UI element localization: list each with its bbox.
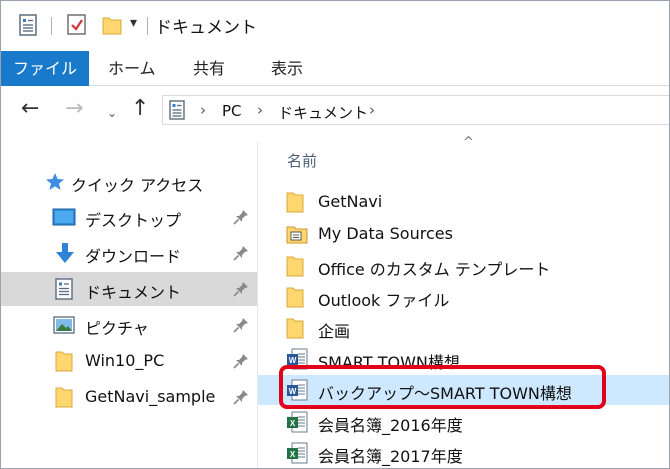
pin-icon[interactable]: [233, 353, 249, 373]
document-icon: [55, 278, 73, 304]
sort-arrow-icon[interactable]: ^: [463, 135, 474, 150]
svg-text:X: X: [290, 419, 296, 428]
sidebar-item-label: GetNavi_sample: [85, 387, 216, 406]
sidebar-item-getnavi-sample[interactable]: GetNavi_sample: [1, 380, 257, 414]
sidebar-item-downloads[interactable]: ダウンロード: [1, 236, 257, 270]
list-item[interactable]: 企画: [258, 313, 669, 343]
navigation-pane: クイック アクセス デスクトップ ダウンロード ドキュメント ピクチャ Win1…: [1, 141, 257, 468]
file-name: 会員名簿_2016年度: [318, 416, 463, 435]
breadcrumb-pc[interactable]: PC: [222, 102, 242, 120]
sidebar-item-label: ダウンロード: [85, 247, 182, 266]
list-item[interactable]: Outlook ファイル: [258, 282, 669, 312]
navigation-bar: ← → ⌄ ↑ › PC › ドキュメント ›: [1, 87, 669, 133]
forward-icon[interactable]: →: [65, 97, 83, 121]
list-item[interactable]: X 会員名簿_2017年度: [258, 438, 669, 468]
sidebar-item-label: クイック アクセス: [71, 176, 204, 195]
file-name: 会員名簿_2017年度: [318, 447, 463, 466]
sidebar-item-desktop[interactable]: デスクトップ: [1, 200, 257, 234]
file-list: ^ 名前 GetNavi My Data Sources Office のカスタ…: [258, 133, 669, 468]
sidebar-item-label: デスクトップ: [85, 211, 182, 230]
customize-qat-icon[interactable]: ▾: [130, 15, 137, 31]
folder-icon: [286, 317, 304, 343]
folder-icon: [55, 350, 73, 376]
breadcrumb-separator[interactable]: ›: [369, 101, 375, 119]
list-item[interactable]: My Data Sources: [258, 219, 669, 249]
list-item[interactable]: X 会員名簿_2016年度: [258, 407, 669, 437]
file-name: Office のカスタム テンプレート: [318, 260, 551, 279]
svg-text:X: X: [290, 450, 296, 459]
explorer-window: ▾ ドキュメント ファイル ホーム 共有 表示 ← → ⌄ ↑ › PC › ド…: [0, 0, 670, 469]
folder-icon: [286, 286, 304, 312]
breadcrumb-documents[interactable]: ドキュメント: [278, 102, 368, 123]
address-bar[interactable]: › PC › ドキュメント ›: [162, 95, 669, 125]
sidebar-item-documents[interactable]: ドキュメント: [1, 272, 257, 306]
excel-workbook-icon: X: [286, 411, 308, 437]
title-bar: ▾ ドキュメント: [1, 1, 669, 51]
svg-text:W: W: [289, 356, 297, 365]
document-location-icon: [169, 100, 185, 124]
properties-icon[interactable]: [19, 14, 37, 40]
tab-home[interactable]: ホーム: [108, 51, 156, 86]
breadcrumb-separator[interactable]: ›: [257, 101, 263, 119]
window-title: ドキュメント: [155, 18, 257, 38]
folder-icon: [286, 255, 304, 281]
back-icon[interactable]: ←: [21, 97, 39, 121]
star-icon: [45, 172, 65, 196]
tab-file[interactable]: ファイル: [1, 51, 89, 86]
sidebar-item-label: Win10_PC: [85, 351, 165, 370]
file-name: GetNavi: [318, 192, 383, 211]
file-name: 企画: [318, 322, 351, 341]
tab-share[interactable]: 共有: [193, 51, 225, 86]
desktop-icon: [52, 208, 76, 232]
folder-icon: [286, 191, 304, 217]
tab-view[interactable]: 表示: [271, 51, 303, 86]
sidebar-item-label: ピクチャ: [85, 319, 149, 338]
column-header-name[interactable]: 名前: [287, 150, 317, 171]
pin-icon[interactable]: [233, 317, 249, 337]
file-name: My Data Sources: [318, 224, 453, 243]
excel-workbook-icon: X: [286, 442, 308, 468]
pin-icon[interactable]: [233, 245, 249, 265]
picture-icon: [53, 316, 75, 338]
new-folder-icon[interactable]: [102, 14, 122, 40]
pin-icon[interactable]: [233, 209, 249, 229]
breadcrumb-separator[interactable]: ›: [200, 101, 206, 119]
sidebar-item-quick-access[interactable]: クイック アクセス: [1, 165, 257, 199]
list-item[interactable]: GetNavi: [258, 187, 669, 217]
sidebar-item-pictures[interactable]: ピクチャ: [1, 308, 257, 342]
ribbon-tabs: ファイル ホーム 共有 表示: [1, 51, 669, 86]
pin-icon[interactable]: [233, 281, 249, 301]
sidebar-item-win10-pc[interactable]: Win10_PC: [1, 344, 257, 378]
download-icon: [54, 242, 76, 268]
folder-icon: [55, 386, 73, 412]
pin-icon[interactable]: [233, 389, 249, 409]
checkmark-properties-icon[interactable]: [67, 14, 87, 40]
highlight-box: [279, 365, 606, 409]
list-item[interactable]: Office のカスタム テンプレート: [258, 251, 669, 281]
up-icon[interactable]: ↑: [131, 97, 149, 121]
title-separator: [51, 17, 52, 35]
data-sources-folder-icon: [286, 223, 308, 249]
title-separator: [147, 17, 148, 35]
sidebar-item-label: ドキュメント: [85, 283, 182, 302]
recent-locations-icon[interactable]: ⌄: [107, 101, 117, 125]
file-name: Outlook ファイル: [318, 291, 450, 310]
